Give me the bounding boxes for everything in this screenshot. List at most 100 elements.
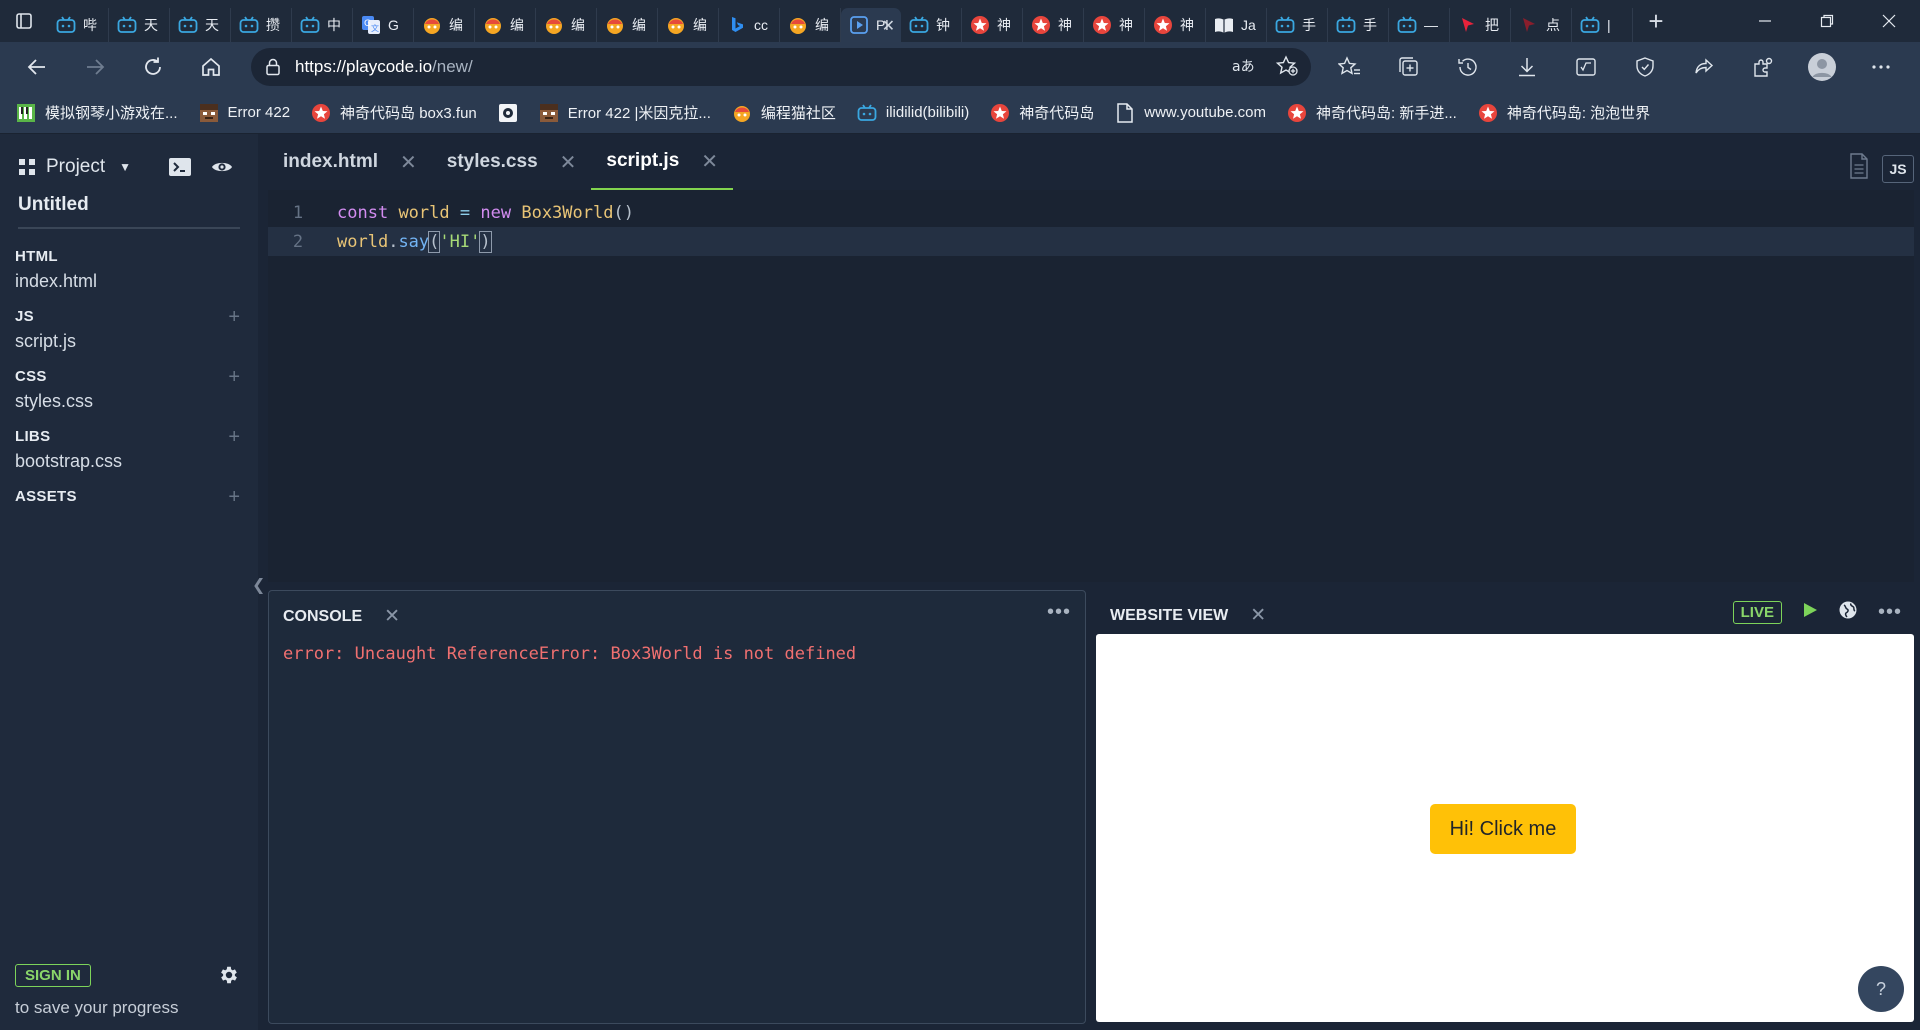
browser-tab[interactable]: 哔 — [48, 8, 109, 42]
close-window-button[interactable] — [1858, 0, 1920, 42]
browser-tab[interactable]: 把 — [1450, 8, 1511, 42]
url-bar[interactable]: https://playcode.io/new/ aあ — [251, 48, 1311, 86]
settings-button[interactable] — [218, 964, 240, 991]
close-editor-tab-button[interactable]: ✕ — [701, 149, 718, 174]
browser-tab[interactable]: 神 — [1023, 8, 1084, 42]
browser-tab[interactable]: Ja — [1206, 8, 1267, 42]
collections-button[interactable] — [1379, 42, 1438, 92]
bookmark-item[interactable]: www.youtube.com — [1115, 102, 1266, 123]
favorites-button[interactable] — [1320, 42, 1379, 92]
code-punctuation: () — [613, 202, 634, 223]
bookmark-item[interactable]: 神奇代码岛 box3.fun — [311, 102, 477, 123]
browser-tab[interactable]: 编 — [658, 8, 719, 42]
collapse-sidebar-button[interactable]: ❮ — [252, 575, 265, 595]
browser-tab[interactable]: 钟 — [901, 8, 962, 42]
browser-tab[interactable]: 神 — [962, 8, 1023, 42]
browser-tab[interactable]: 编 — [414, 8, 475, 42]
file-item[interactable]: bootstrap.css — [15, 451, 240, 472]
hi-click-me-button[interactable]: Hi! Click me — [1430, 804, 1576, 854]
restore-button[interactable] — [1796, 0, 1858, 42]
browser-tab[interactable]: 手 — [1267, 8, 1328, 42]
browser-tab[interactable]: 编 — [597, 8, 658, 42]
new-tab-button[interactable]: + — [1633, 0, 1679, 42]
browser-tab[interactable]: cc — [719, 8, 780, 42]
home-button[interactable] — [182, 42, 240, 92]
close-editor-tab-button[interactable]: ✕ — [560, 150, 577, 175]
browser-tab[interactable]: 攒 — [231, 8, 292, 42]
file-item[interactable]: script.js — [15, 331, 240, 352]
preview-toggle-button[interactable] — [210, 156, 234, 183]
browser-tab[interactable]: G文G — [353, 8, 414, 42]
refresh-button[interactable] — [124, 42, 182, 92]
history-button[interactable] — [1438, 42, 1497, 92]
bookmark-item[interactable]: 神奇代码岛: 泡泡世界 — [1478, 102, 1650, 123]
math-solver-button[interactable] — [1556, 42, 1615, 92]
lock-icon[interactable] — [251, 58, 295, 76]
browser-tab[interactable]: | — [1572, 8, 1633, 42]
minimize-button[interactable] — [1734, 0, 1796, 42]
shield-heart-icon — [1635, 57, 1654, 77]
browser-tab[interactable]: 中 — [292, 8, 353, 42]
bookmark-item[interactable]: 编程猫社区 — [732, 102, 836, 123]
bookmark-item[interactable]: Error 422 |米因克拉... — [539, 102, 711, 123]
code-line-current[interactable]: 2 world.say('HI') — [268, 227, 1914, 256]
website-view-more-button[interactable]: ••• — [1878, 601, 1902, 624]
url-text[interactable]: https://playcode.io/new/ — [295, 57, 473, 77]
browser-tab[interactable]: 手 — [1328, 8, 1389, 42]
profile-button[interactable] — [1792, 42, 1851, 92]
add-file-button[interactable]: + — [228, 366, 240, 389]
browser-tab[interactable]: 编 — [780, 8, 841, 42]
file-item[interactable]: styles.css — [15, 391, 240, 412]
editor-tab[interactable]: styles.css ✕ — [432, 134, 592, 190]
bookmark-item[interactable]: ilidilid(bilibili) — [857, 103, 969, 123]
browser-tab[interactable]: 天 — [109, 8, 170, 42]
browser-tab[interactable]: 编 — [536, 8, 597, 42]
bookmark-item[interactable]: 神奇代码岛 — [990, 102, 1094, 123]
add-file-button[interactable]: + — [228, 486, 240, 509]
add-favorite-icon[interactable] — [1275, 55, 1299, 82]
project-title[interactable]: Untitled — [18, 194, 89, 216]
add-file-button[interactable]: + — [228, 306, 240, 329]
bookmark-item[interactable]: Error 422 — [199, 103, 290, 123]
open-in-browser-button[interactable] — [1838, 600, 1858, 625]
bilibili-icon — [239, 15, 259, 35]
live-badge[interactable]: LIVE — [1732, 601, 1782, 624]
sign-in-button[interactable]: SIGN IN — [15, 964, 91, 987]
browser-tab[interactable]: — — [1389, 8, 1450, 42]
browser-tab-active[interactable]: Pl ✕ — [841, 8, 901, 42]
close-website-view-button[interactable]: ✕ — [1250, 604, 1266, 627]
code-line[interactable]: 1 const world = new Box3World() — [268, 198, 1914, 227]
browser-tab[interactable]: 神 — [1145, 8, 1206, 42]
close-editor-tab-button[interactable]: ✕ — [400, 150, 417, 175]
project-menu[interactable]: Project ▼ — [18, 156, 131, 178]
editor-tab[interactable]: script.js ✕ — [591, 134, 734, 190]
file-info-button[interactable] — [1848, 152, 1870, 185]
terminal-button[interactable] — [168, 156, 192, 183]
browser-tab[interactable]: 点 — [1511, 8, 1572, 42]
downloads-button[interactable] — [1497, 42, 1556, 92]
help-button[interactable]: ? — [1858, 966, 1904, 1012]
bookmark-item[interactable]: 神奇代码岛: 新手进... — [1287, 102, 1457, 123]
run-button[interactable] — [1802, 601, 1818, 624]
browser-essentials-button[interactable] — [1615, 42, 1674, 92]
code-area[interactable]: 1 const world = new Box3World() 2 world.… — [268, 190, 1914, 582]
browser-tab[interactable]: 天 — [170, 8, 231, 42]
browser-tab[interactable]: 神 — [1084, 8, 1145, 42]
extensions-button[interactable] — [1733, 42, 1792, 92]
add-file-button[interactable]: + — [228, 426, 240, 449]
file-item[interactable]: index.html — [15, 271, 240, 292]
share-button[interactable] — [1674, 42, 1733, 92]
back-button[interactable] — [8, 42, 66, 92]
read-aloud-icon[interactable]: aあ — [1231, 55, 1255, 82]
settings-more-button[interactable] — [1851, 42, 1910, 92]
browser-tab[interactable]: 编 — [475, 8, 536, 42]
close-tab-button[interactable]: ✕ — [882, 16, 895, 36]
bookmark-item[interactable] — [498, 103, 518, 123]
close-console-button[interactable]: ✕ — [384, 605, 400, 628]
editor-tab[interactable]: index.html ✕ — [268, 134, 432, 190]
forward-button[interactable] — [66, 42, 124, 92]
console-more-button[interactable]: ••• — [1047, 601, 1071, 624]
language-badge[interactable]: JS — [1882, 154, 1914, 183]
tab-actions-menu-button[interactable] — [0, 0, 48, 42]
bookmark-item[interactable]: 模拟钢琴小游戏在... — [16, 102, 178, 123]
